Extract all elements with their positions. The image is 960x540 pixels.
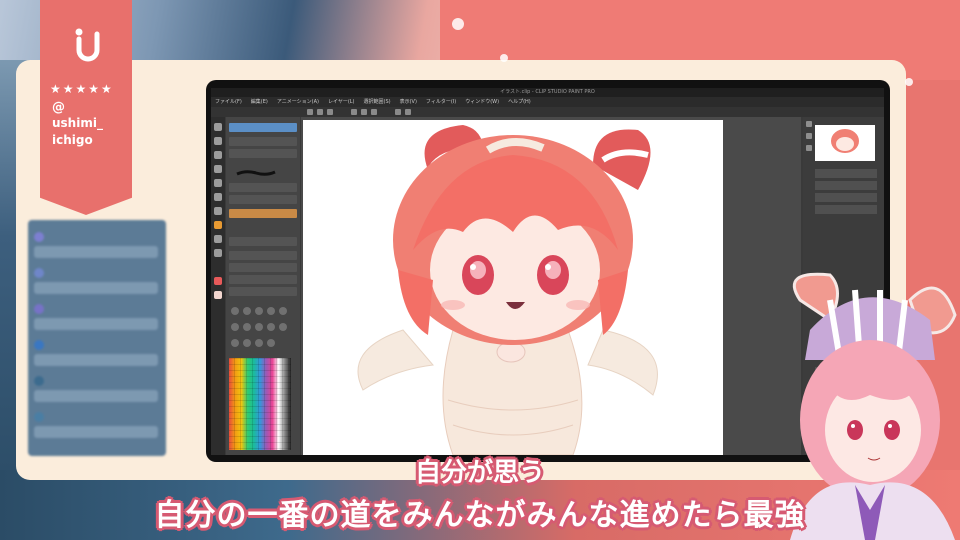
menu-window[interactable]: ウィンドウ(W) (465, 97, 499, 107)
decor-dot (452, 18, 464, 30)
menu-bar: ファイル(F) 編集(E) アニメーション(A) レイヤー(L) 選択範囲(S)… (211, 97, 884, 107)
brush-size-option[interactable] (231, 307, 239, 315)
sub-tool-item[interactable] (229, 183, 297, 192)
brush-size-option[interactable] (243, 339, 251, 347)
chat-avatar (34, 304, 44, 314)
command-icon[interactable] (317, 109, 323, 115)
chat-avatar (34, 268, 44, 278)
brush-size-option[interactable] (255, 307, 263, 315)
drawing-canvas[interactable] (303, 120, 723, 455)
window-title: イラスト.clip - CLIP STUDIO PAINT PRO (211, 88, 884, 97)
history-icon[interactable] (806, 145, 812, 151)
rating-stars: ★★★★★ (50, 82, 114, 96)
chat-message (34, 318, 158, 330)
menu-animation[interactable]: アニメーション(A) (277, 97, 319, 107)
color-set-palette[interactable] (229, 358, 291, 450)
brush-size-option[interactable] (267, 307, 275, 315)
command-bar (211, 107, 884, 117)
canvas-area (301, 117, 801, 455)
brush-size-option[interactable] (279, 323, 287, 331)
brush-size-panel (229, 303, 293, 351)
color-main-swatch[interactable] (214, 277, 222, 285)
navigator-icon[interactable] (806, 121, 812, 127)
chat-message (34, 354, 158, 366)
chat-message (34, 282, 158, 294)
chat-avatar (34, 232, 44, 242)
menu-edit[interactable]: 編集(E) (251, 97, 268, 107)
layer-row[interactable] (815, 205, 877, 214)
layer-row[interactable] (815, 193, 877, 202)
sub-tool-item[interactable] (229, 209, 297, 218)
tool-pen-icon[interactable] (214, 179, 222, 187)
navigator-thumbnail[interactable] (815, 125, 875, 161)
tool-select-icon[interactable] (214, 151, 222, 159)
tool-property-header (229, 237, 297, 246)
subtitle-line-1: 自分が思う (414, 458, 545, 488)
chibi-illustration (357, 125, 658, 455)
color-sub-swatch[interactable] (214, 291, 222, 299)
chat-message (34, 390, 158, 402)
handle-at: @ (52, 100, 65, 115)
command-icon[interactable] (361, 109, 367, 115)
menu-filter[interactable]: フィルター(I) (426, 97, 456, 107)
brush-preview-icon (236, 170, 276, 176)
brush-size-option[interactable] (279, 307, 287, 315)
menu-layer[interactable]: レイヤー(L) (328, 97, 355, 107)
chat-message (34, 246, 158, 258)
brand-logo-icon (75, 28, 100, 62)
menu-selection[interactable]: 選択範囲(S) (364, 97, 391, 107)
layer-property-icon[interactable] (806, 133, 812, 139)
command-icon[interactable] (327, 109, 333, 115)
layer-row[interactable] (815, 181, 877, 190)
tool-move-icon[interactable] (214, 137, 222, 145)
tool-eyedropper-icon[interactable] (214, 165, 222, 173)
command-icon[interactable] (405, 109, 411, 115)
decor-dot (905, 78, 913, 86)
tool-property-row[interactable] (229, 251, 297, 260)
tool-brush-icon[interactable] (214, 193, 222, 201)
chat-avatar (34, 340, 44, 350)
brush-size-option[interactable] (267, 323, 275, 331)
streamer-badge: ★★★★★ @ ushimi_ ichigo (40, 0, 132, 215)
brush-size-option[interactable] (255, 339, 263, 347)
tool-fill-icon[interactable] (214, 221, 222, 229)
chat-avatar (34, 376, 44, 386)
command-icon[interactable] (307, 109, 313, 115)
sub-tool-item[interactable] (229, 137, 297, 146)
command-icon[interactable] (395, 109, 401, 115)
chat-avatar (34, 412, 44, 422)
brush-size-option[interactable] (267, 339, 275, 347)
tool-property-row[interactable] (229, 287, 297, 296)
tool-zoom-icon[interactable] (214, 123, 222, 131)
brush-size-option[interactable] (243, 307, 251, 315)
brush-size-option[interactable] (231, 339, 239, 347)
decor-dot (500, 54, 508, 62)
handle-line-1: ushimi_ (52, 116, 103, 130)
brush-size-option[interactable] (231, 323, 239, 331)
command-icon[interactable] (351, 109, 357, 115)
handle-line-2: ichigo (52, 133, 93, 147)
brush-size-option[interactable] (243, 323, 251, 331)
tool-gradient-icon[interactable] (214, 235, 222, 243)
sub-tool-item[interactable] (229, 195, 297, 204)
tool-property-row[interactable] (229, 263, 297, 272)
thumbnail-preview (831, 129, 859, 153)
handle-text: ushimi_ ichigo (52, 115, 103, 149)
tool-text-icon[interactable] (214, 249, 222, 257)
tool-eraser-icon[interactable] (214, 207, 222, 215)
tool-property-row[interactable] (229, 275, 297, 284)
menu-view[interactable]: 表示(V) (400, 97, 417, 107)
chat-message (34, 426, 158, 438)
chat-panel-blurred (28, 220, 166, 456)
sub-tool-item[interactable] (229, 149, 297, 158)
command-icon[interactable] (371, 109, 377, 115)
toolbox (211, 117, 225, 455)
brush-size-option[interactable] (255, 323, 263, 331)
menu-help[interactable]: ヘルプ(H) (508, 97, 531, 107)
sub-tool-item[interactable] (229, 123, 297, 132)
subtitle-line-2: 自分の一番の道をみんながみんな進めたら最強 (154, 498, 806, 533)
layer-row[interactable] (815, 169, 877, 178)
menu-file[interactable]: ファイル(F) (215, 97, 242, 107)
